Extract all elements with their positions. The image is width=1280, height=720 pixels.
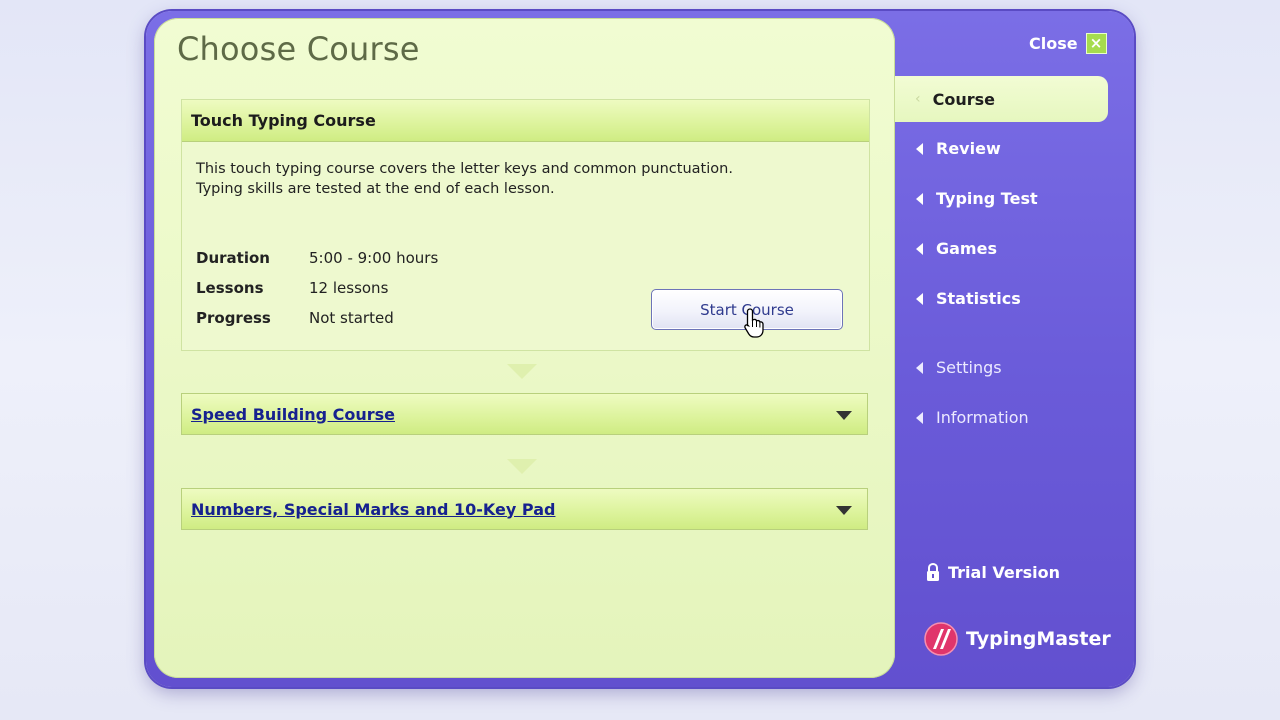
stat-label: Duration [196, 249, 270, 267]
close-icon[interactable]: × [1085, 33, 1107, 54]
expand-arrow-icon[interactable] [836, 506, 852, 515]
stat-value: 5:00 - 9:00 hours [309, 249, 439, 267]
page-title: Choose Course [177, 30, 420, 68]
hand-cursor-icon [744, 308, 764, 338]
sidebar-item-label: Settings [936, 358, 1002, 377]
course-description: This touch typing course covers the lett… [196, 159, 846, 199]
course-card-touch-typing: Touch Typing Course This touch typing co… [181, 99, 870, 351]
sidebar-item-label: Typing Test [936, 189, 1038, 208]
course-header[interactable]: Touch Typing Course [182, 100, 869, 142]
sidebar-item-label: Statistics [936, 289, 1021, 308]
course-link[interactable]: Speed Building Course [191, 405, 395, 424]
close-label: Close [1029, 34, 1078, 53]
sidebar-item-typing-test[interactable]: Typing Test [916, 189, 1038, 208]
stat-row-duration: Duration 5:00 - 9:00 hours [196, 243, 438, 273]
arrow-left-icon [916, 142, 923, 155]
brand: TypingMaster [924, 622, 1111, 656]
sidebar-item-review[interactable]: Review [916, 139, 1001, 158]
arrow-left-icon [916, 361, 923, 374]
arrow-left-icon [916, 242, 923, 255]
arrow-left-icon [916, 411, 923, 424]
sidebar-item-statistics[interactable]: Statistics [916, 289, 1021, 308]
sidebar-item-label: Information [936, 408, 1029, 427]
stat-row-progress: Progress Not started [196, 303, 438, 333]
trial-label: Trial Version [948, 562, 1061, 582]
stat-label: Lessons [196, 279, 264, 297]
stat-label: Progress [196, 309, 271, 327]
sidebar-item-course[interactable]: ‹ Course [895, 76, 1108, 122]
sidebar-item-settings[interactable]: Settings [916, 358, 1002, 377]
stat-value: 12 lessons [309, 279, 389, 297]
arrow-left-icon [916, 192, 923, 205]
stat-value: Not started [309, 309, 394, 327]
course-bar-numbers[interactable]: Numbers, Special Marks and 10-Key Pad [181, 488, 868, 530]
description-line: Typing skills are tested at the end of e… [196, 181, 555, 197]
course-stats: Duration 5:00 - 9:00 hours Lessons 12 le… [196, 243, 438, 333]
sidebar-item-games[interactable]: Games [916, 239, 997, 258]
course-link[interactable]: Numbers, Special Marks and 10-Key Pad [191, 500, 555, 519]
arrow-left-icon [916, 292, 923, 305]
chevron-left-icon: ‹ [915, 91, 921, 107]
stat-row-lessons: Lessons 12 lessons [196, 273, 438, 303]
sidebar-item-label: Course [932, 89, 995, 109]
course-bar-speed-building[interactable]: Speed Building Course [181, 393, 868, 435]
brand-name: TypingMaster [966, 628, 1111, 650]
expand-arrow-icon[interactable] [836, 411, 852, 420]
close-button[interactable]: Close × [1029, 33, 1107, 54]
trial-version-link[interactable]: Trial Version [925, 562, 1060, 582]
sidebar-item-label: Games [936, 239, 997, 258]
typingmaster-logo-icon [924, 622, 958, 656]
description-line: This touch typing course covers the lett… [196, 161, 733, 177]
sidebar-item-information[interactable]: Information [916, 408, 1029, 427]
lock-icon [927, 562, 939, 581]
chevron-down-icon [507, 364, 537, 379]
chevron-down-icon [507, 459, 537, 474]
sidebar-item-label: Review [936, 139, 1001, 158]
